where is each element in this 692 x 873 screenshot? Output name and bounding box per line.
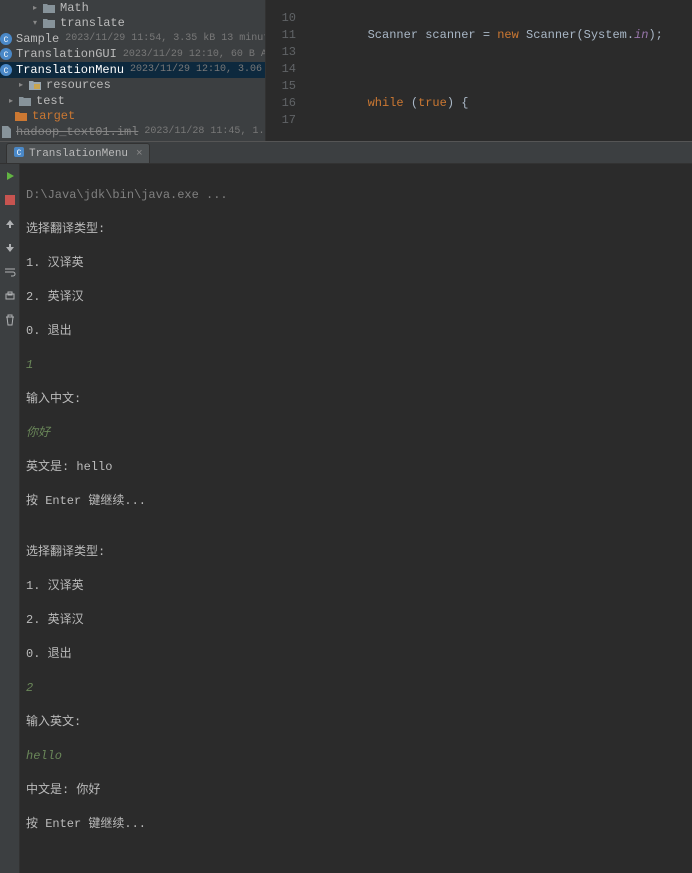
run-tool-window: C TranslationMenu × D:\Java\jdk\bin\java…: [0, 141, 692, 873]
up-icon[interactable]: [2, 216, 18, 232]
tree-item-target[interactable]: target: [0, 109, 265, 125]
tree-item-hadoop-text01-iml[interactable]: hadoop_text01.iml 2023/11/28 11:45, 1.97 …: [0, 124, 265, 140]
chevron-icon[interactable]: ▸: [14, 80, 28, 90]
console-input: 2: [26, 680, 686, 697]
tree-label: resources: [46, 78, 111, 92]
console-input: 1: [26, 357, 686, 374]
tree-meta: 2023/11/29 11:54, 3.35 kB 13 minutes: [65, 33, 266, 44]
run-config-icon: C: [13, 146, 25, 162]
tree-label: hadoop_text01.iml: [16, 125, 138, 139]
tree-label: test: [36, 94, 65, 108]
chevron-icon[interactable]: ▾: [28, 18, 42, 28]
chevron-icon[interactable]: ▸: [28, 3, 42, 13]
tree-label: Sample: [16, 32, 59, 46]
console-cmd: D:\Java\jdk\bin\java.exe ...: [26, 187, 686, 204]
class-icon: C: [0, 47, 12, 61]
run-tabs[interactable]: C TranslationMenu ×: [0, 142, 692, 164]
tree-label: TranslationMenu: [16, 63, 124, 77]
svg-text:C: C: [4, 36, 9, 45]
chevron-icon[interactable]: ▸: [4, 96, 18, 106]
code-lines[interactable]: Scanner scanner = new Scanner(System.in)…: [310, 10, 692, 141]
tree-label: Math: [60, 1, 89, 15]
soft-wrap-icon[interactable]: [2, 264, 18, 280]
svg-text:C: C: [4, 67, 9, 76]
tree-meta: 2023/11/29 12:10, 60 B A mi: [123, 49, 266, 60]
folder-icon: [42, 1, 56, 15]
svg-text:C: C: [17, 149, 22, 158]
code-editor[interactable]: 10 11 13 14 15 16 17 Scanner scanner = n…: [266, 0, 692, 141]
run-toolbar: [0, 164, 20, 873]
tree-meta: 2023/11/28 11:45, 1.97 kB: [144, 126, 266, 137]
console-input: hello: [26, 748, 686, 765]
file-icon: [0, 125, 12, 139]
stop-icon[interactable]: [2, 192, 18, 208]
rerun-icon[interactable]: [2, 168, 18, 184]
tree-label: translate: [60, 16, 125, 30]
folder-icon: [18, 94, 32, 108]
folder-o-icon: [14, 109, 28, 123]
project-tree[interactable]: ▸ Math ▾ translate C Sample 2023/11/29 11:54, …: [0, 0, 266, 141]
run-tab-translationmenu[interactable]: C TranslationMenu ×: [6, 143, 150, 163]
trash-icon[interactable]: [2, 312, 18, 328]
tree-item-translate[interactable]: ▾ translate: [0, 16, 265, 32]
editor-gutter: 10 11 13 14 15 16 17: [266, 10, 310, 141]
folder-r-icon: [28, 78, 42, 92]
svg-text:C: C: [4, 51, 9, 60]
tree-meta: 2023/11/29 12:10, 3.06 kB: [130, 64, 266, 75]
tree-item-resources[interactable]: ▸ resources: [0, 78, 265, 94]
close-icon[interactable]: ×: [136, 148, 143, 160]
down-icon[interactable]: [2, 240, 18, 256]
class-icon: C: [0, 32, 12, 46]
tree-label: target: [32, 109, 75, 123]
run-console[interactable]: D:\Java\jdk\bin\java.exe ... 选择翻译类型: 1. …: [20, 164, 692, 873]
tree-item-sample[interactable]: C Sample 2023/11/29 11:54, 3.35 kB 13 minu…: [0, 31, 265, 47]
print-icon[interactable]: [2, 288, 18, 304]
tree-item-test[interactable]: ▸ test: [0, 93, 265, 109]
tree-label: TranslationGUI: [16, 47, 117, 61]
class-icon: C: [0, 63, 12, 77]
tree-item-math[interactable]: ▸ Math: [0, 0, 265, 16]
run-tab-label: TranslationMenu: [29, 148, 128, 160]
console-input: 你好: [26, 425, 686, 442]
folder-icon: [42, 16, 56, 30]
tree-item-translationgui[interactable]: C TranslationGUI 2023/11/29 12:10, 60 B A …: [0, 47, 265, 63]
tree-item-translationmenu[interactable]: C TranslationMenu 2023/11/29 12:10, 3.06 k…: [0, 62, 265, 78]
